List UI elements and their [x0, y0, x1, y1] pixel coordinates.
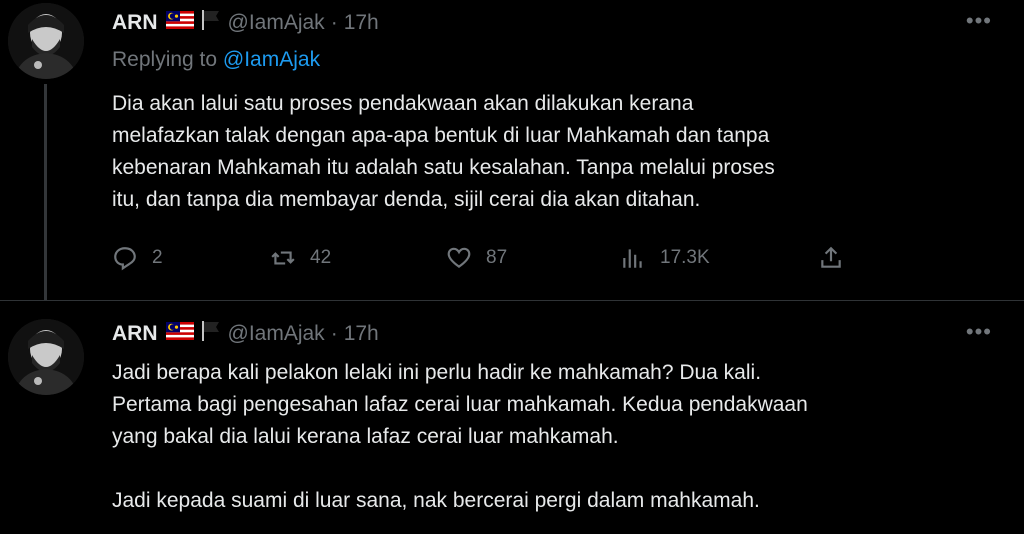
tweet-header: ARN @IamAjak · 17h: [112, 7, 379, 39]
author-handle[interactable]: @IamAjak: [228, 322, 325, 346]
tweet-actions: 2 42 87 17.3K: [112, 245, 852, 277]
tweet-line: yang bakal dia lalui kerana lafaz cerai …: [112, 425, 619, 448]
more-options-icon[interactable]: •••: [966, 8, 992, 34]
black-flag-icon: [200, 9, 222, 37]
thread-line: [44, 84, 47, 300]
tweet-line: Jadi kepada suami di luar sana, nak berc…: [112, 489, 760, 512]
timestamp[interactable]: 17h: [344, 11, 379, 35]
replying-to: Replying to @IamAjak: [112, 48, 320, 72]
tweet-line: Dia akan lalui satu proses pendakwaan ak…: [112, 92, 694, 115]
author-handle[interactable]: @IamAjak: [228, 11, 325, 35]
like-count: 87: [486, 247, 508, 268]
tweet-line: kebenaran Mahkamah itu adalah satu kesal…: [112, 156, 775, 179]
timestamp[interactable]: 17h: [344, 322, 379, 346]
tweet-line: melafazkan talak dengan apa-apa bentuk d…: [112, 124, 770, 147]
tweet-1[interactable]: ARN @IamAjak · 17h ••• Replying to @IamA…: [0, 0, 1024, 300]
reply-icon: [114, 247, 136, 271]
share-button[interactable]: [818, 245, 858, 271]
separator-dot: ·: [330, 11, 338, 34]
author-name[interactable]: ARN: [112, 11, 158, 35]
tweet-line: Pertama bagi pengesahan lafaz cerai luar…: [112, 393, 808, 416]
reply-button[interactable]: 2: [112, 245, 163, 271]
tweet-header: ARN @IamAjak · 17h: [112, 318, 379, 350]
retweet-button[interactable]: 42: [270, 245, 331, 271]
malaysia-flag-icon: [165, 322, 194, 346]
author-name[interactable]: ARN: [112, 322, 158, 346]
views-count: 17.3K: [660, 247, 710, 268]
share-icon: [821, 246, 841, 268]
retweet-count: 42: [310, 247, 332, 268]
replying-to-handle[interactable]: @IamAjak: [223, 48, 320, 71]
avatar[interactable]: [8, 319, 84, 395]
reply-count: 2: [152, 247, 163, 268]
tweet-text: Dia akan lalui satu proses pendakwaan ak…: [112, 88, 992, 216]
tweet-text: Jadi berapa kali pelakon lelaki ini perl…: [112, 357, 992, 517]
tweet-line: Jadi berapa kali pelakon lelaki ini perl…: [112, 361, 762, 384]
malaysia-flag-icon: [165, 11, 194, 35]
views-chart-icon: [623, 249, 642, 268]
retweet-icon: [271, 251, 295, 265]
avatar[interactable]: [8, 3, 84, 79]
views-button[interactable]: 17.3K: [620, 245, 710, 271]
black-flag-icon: [200, 320, 222, 348]
separator-dot: ·: [330, 322, 338, 345]
like-button[interactable]: 87: [446, 245, 507, 271]
replying-to-label: Replying to: [112, 48, 218, 71]
tweet-line: itu, dan tanpa dia membayar denda, sijil…: [112, 188, 701, 211]
more-options-icon[interactable]: •••: [966, 319, 992, 345]
tweet-2[interactable]: ARN @IamAjak · 17h ••• Jadi berapa kali …: [0, 300, 1024, 534]
heart-icon: [447, 247, 471, 268]
